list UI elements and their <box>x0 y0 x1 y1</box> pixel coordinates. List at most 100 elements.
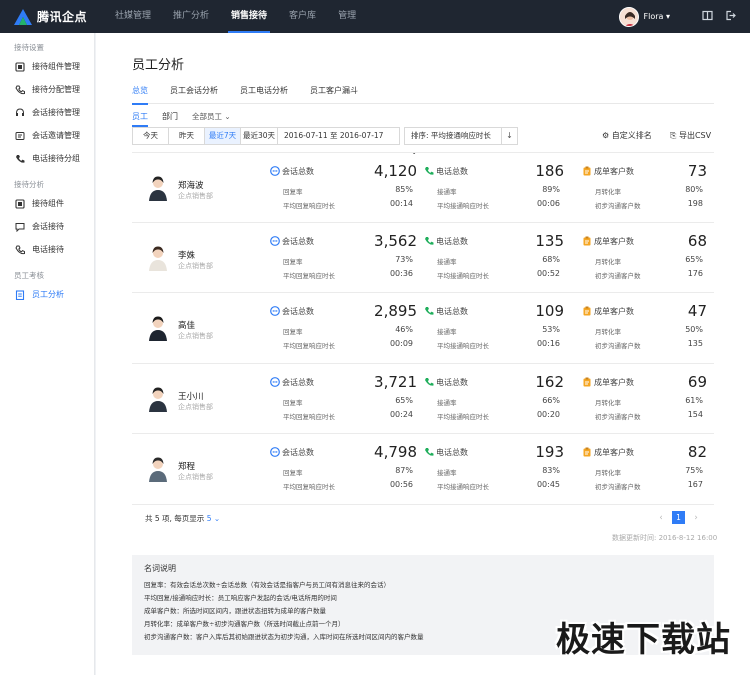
subtab-department[interactable]: 部门 <box>162 111 178 122</box>
metric-label: 平均接通响应时长 <box>437 483 489 491</box>
nav-item-sales[interactable]: 销售接待 <box>220 0 278 33</box>
sidebar-item-chat-manage[interactable]: 会话接待管理 <box>0 101 94 124</box>
sidebar-item-invite-manage[interactable]: 会话邀请管理 <box>0 124 94 147</box>
chat-total-value: 3,721 <box>374 372 417 391</box>
sidebar-item-label: 接待组件 <box>32 199 64 208</box>
sidebar-item-employee-analysis[interactable]: 员工分析 <box>0 283 94 306</box>
nav-item-promotion[interactable]: 推广分析 <box>162 0 220 33</box>
tab-call-analysis[interactable]: 员工电话分析 <box>240 84 288 104</box>
clipboard-icon <box>582 236 592 246</box>
chat-metric: 会话总数 4,120 回复率 85% 平均回复响应时长 00:14 <box>270 153 417 223</box>
employee-row[interactable]: 郑海波 企点销售部 会话总数 4,120 回复率 85% 平均回复响应时长 00… <box>132 152 714 223</box>
employee-name[interactable]: 王小川 <box>178 390 204 402</box>
sidebar-item-call[interactable]: 电话接待 <box>0 238 94 261</box>
deal-metric: 成单客户数 82 月转化率 75% 初步沟通客户数 167 <box>582 434 707 504</box>
filter-last30-button[interactable]: 最近30天 <box>241 128 277 144</box>
filter-yesterday-button[interactable]: 昨天 <box>169 128 205 144</box>
subtab-employee[interactable]: 员工 <box>132 111 148 127</box>
metric-title: 会话总数 <box>282 167 314 176</box>
metric-label: 初步沟通客户数 <box>595 271 641 280</box>
metric-label: 接通率 <box>437 328 457 336</box>
sort-select[interactable]: 排序: 平均接通响应时长 ⌄ <box>404 127 502 156</box>
nav-item-customers[interactable]: 客户库 <box>278 0 327 33</box>
export-icon: ⎘ <box>670 131 677 140</box>
employee-department: 企点销售部 <box>178 473 213 481</box>
metric-title: 成单客户数 <box>594 307 634 316</box>
tab-bar: 总览 员工会话分析 员工电话分析 员工客户漏斗 <box>132 84 714 105</box>
glossary-line: 回复率：有效会话总次数÷会话总数（有效会话是指客户与员工间有消息往来的会话） <box>144 581 390 589</box>
tab-chat-analysis[interactable]: 员工会话分析 <box>170 84 218 104</box>
employee-name[interactable]: 郑程 <box>178 460 195 472</box>
employee-row[interactable]: 高佳 企点销售部 会话总数 2,895 回复率 46% 平均回复响应时长 00:… <box>132 293 714 364</box>
initial-count-value: 154 <box>687 409 703 419</box>
custom-rank-button[interactable]: ⚙ 自定义排名 <box>602 130 652 141</box>
book-icon[interactable] <box>702 10 713 24</box>
chat-bubble-icon <box>270 235 280 246</box>
date-quick-filters: 今天 昨天 最近7天 最近30天 <box>132 127 278 145</box>
tab-customer-funnel[interactable]: 员工客户漏斗 <box>310 84 358 104</box>
metric-label: 平均接通响应时长 <box>437 202 489 210</box>
call-metric: 电话总数 162 接通率 66% 平均接通响应时长 00:20 <box>424 364 564 434</box>
filter-last7-button[interactable]: 最近7天 <box>205 128 241 144</box>
connect-rate-value: 66% <box>542 395 560 405</box>
sidebar-item-label: 电话接待 <box>32 245 64 254</box>
user-name-dropdown[interactable]: Flora ▾ <box>644 12 670 21</box>
employee-avatar <box>148 456 168 482</box>
sidebar-item-widget-manage[interactable]: 接待组件管理 <box>0 55 94 78</box>
metric-label: 回复率 <box>283 257 303 266</box>
deal-metric: 成单客户数 47 月转化率 50% 初步沟通客户数 135 <box>582 293 707 363</box>
avg-connect-time-value: 00:45 <box>536 480 560 489</box>
metric-label: 平均回复响应时长 <box>283 342 335 350</box>
page-number[interactable]: 1 <box>672 511 685 524</box>
employee-name[interactable]: 高佳 <box>178 319 195 331</box>
tab-overview[interactable]: 总览 <box>132 84 148 105</box>
deal-total-value: 73 <box>687 162 707 180</box>
phone-icon <box>424 166 434 176</box>
nav-item-manage[interactable]: 管理 <box>327 0 367 33</box>
metric-title: 成单客户数 <box>594 448 634 457</box>
chevron-left-icon[interactable]: ‹ <box>654 513 668 523</box>
metric-label: 月转化率 <box>595 257 621 266</box>
chat-bubble-icon <box>270 447 280 457</box>
sidebar-item-label: 会话接待管理 <box>32 108 80 117</box>
export-csv-button[interactable]: ⎘ 导出CSV <box>670 130 711 141</box>
date-range-picker[interactable]: 2016-07-11 至 2016-07-17 <box>278 127 400 145</box>
chevron-right-icon[interactable]: › <box>689 513 703 523</box>
metric-label: 平均接通响应时长 <box>437 342 489 350</box>
nav-item-social[interactable]: 社媒管理 <box>104 0 162 33</box>
avatar[interactable] <box>618 6 639 27</box>
employee-scope-select[interactable]: 全部员工 ⌄ <box>192 111 231 122</box>
sort-direction-button[interactable]: ↓ <box>502 127 518 145</box>
sidebar-item-allocation-manage[interactable]: 接待分配管理 <box>0 78 94 101</box>
logout-icon[interactable] <box>725 10 736 24</box>
clipboard-icon <box>582 377 592 387</box>
employee-row[interactable]: 李姝 企点销售部 会话总数 3,562 回复率 73% 平均回复响应时长 00:… <box>132 223 714 293</box>
main-nav: 社媒管理 推广分析 销售接待 客户库 管理 <box>104 0 367 33</box>
chat-metric: 会话总数 3,562 回复率 73% 平均回复响应时长 00:36 <box>270 223 417 293</box>
metric-title: 成单客户数 <box>594 377 634 387</box>
employee-name[interactable]: 郑海波 <box>178 179 204 191</box>
phone-icon <box>424 236 434 246</box>
employee-row[interactable]: 郑程 企点销售部 会话总数 4,798 回复率 87% 平均回复响应时长 00:… <box>132 434 714 505</box>
metric-title: 会话总数 <box>282 448 314 457</box>
deal-metric: 成单客户数 68 月转化率 65% 初步沟通客户数 176 <box>582 223 707 293</box>
call-metric: 电话总数 193 接通率 83% 平均接通响应时长 00:45 <box>424 434 564 504</box>
sidebar-item-call-group[interactable]: 电话接待分组 <box>0 147 94 170</box>
deal-metric: 成单客户数 73 月转化率 80% 初步沟通客户数 198 <box>582 153 707 223</box>
employee-department: 企点销售部 <box>178 332 213 340</box>
metric-label: 平均回复响应时长 <box>283 202 335 210</box>
call-total-value: 193 <box>535 443 564 461</box>
deal-total-value: 47 <box>687 302 707 320</box>
app-logo[interactable]: 腾讯企点 <box>14 8 104 25</box>
sidebar-group-title: 接待设置 <box>14 43 44 52</box>
sidebar-item-chat[interactable]: 会话接待 <box>0 215 94 238</box>
employee-row[interactable]: 王小川 企点销售部 会话总数 3,721 回复率 65% 平均回复响应时长 00… <box>132 364 714 434</box>
page-size-select[interactable]: 5 ⌄ <box>207 514 220 523</box>
sidebar-item-widget[interactable]: 接待组件 <box>0 192 94 215</box>
metric-title: 会话总数 <box>282 307 314 316</box>
employee-name[interactable]: 李姝 <box>178 249 195 261</box>
filter-today-button[interactable]: 今天 <box>133 128 169 144</box>
sidebar-item-label: 员工分析 <box>32 290 64 299</box>
chat-metric: 会话总数 3,721 回复率 65% 平均回复响应时长 00:24 <box>270 364 417 434</box>
metric-title: 电话总数 <box>436 448 468 457</box>
